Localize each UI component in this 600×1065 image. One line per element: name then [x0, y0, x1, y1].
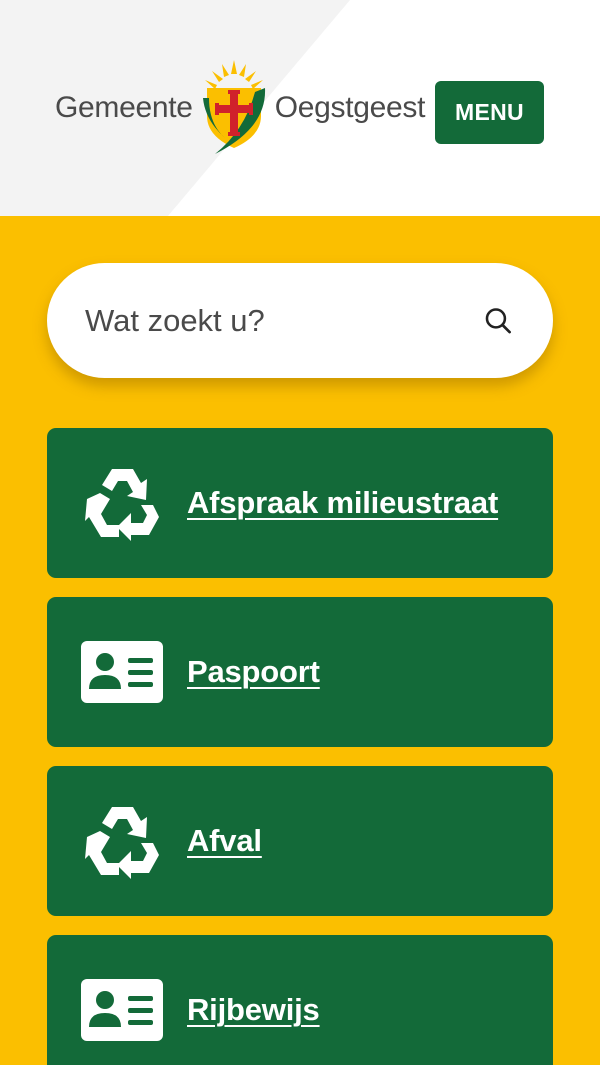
- search-input[interactable]: [85, 302, 484, 339]
- tile-label: Rijbewijs: [187, 992, 320, 1027]
- tile-afspraak-milieustraat[interactable]: Afspraak milieustraat: [47, 428, 553, 578]
- logo-word-gemeente: Gemeente: [55, 91, 193, 124]
- id-card-icon: [81, 969, 163, 1051]
- id-card-icon: [81, 631, 163, 713]
- recycle-icon: [81, 462, 163, 544]
- tile-rijbewijs[interactable]: Rijbewijs: [47, 935, 553, 1065]
- tile-label: Paspoort: [187, 654, 320, 689]
- tile-label: Afspraak milieustraat: [187, 485, 499, 520]
- municipality-logo[interactable]: Gemeente Oegstgeest: [55, 58, 425, 158]
- logo-word-oegstgeest: Oegstgeest: [274, 91, 426, 124]
- search-icon[interactable]: [484, 304, 513, 338]
- site-header: Gemeente Oegstgeest MENU: [0, 0, 600, 216]
- coat-of-arms-icon: [202, 60, 265, 154]
- search-bar[interactable]: [47, 263, 553, 378]
- tile-paspoort[interactable]: Paspoort: [47, 597, 553, 747]
- recycle-icon: [81, 800, 163, 882]
- tile-afval[interactable]: Afval: [47, 766, 553, 916]
- menu-button[interactable]: MENU: [435, 81, 544, 144]
- tile-label: Afval: [187, 823, 262, 858]
